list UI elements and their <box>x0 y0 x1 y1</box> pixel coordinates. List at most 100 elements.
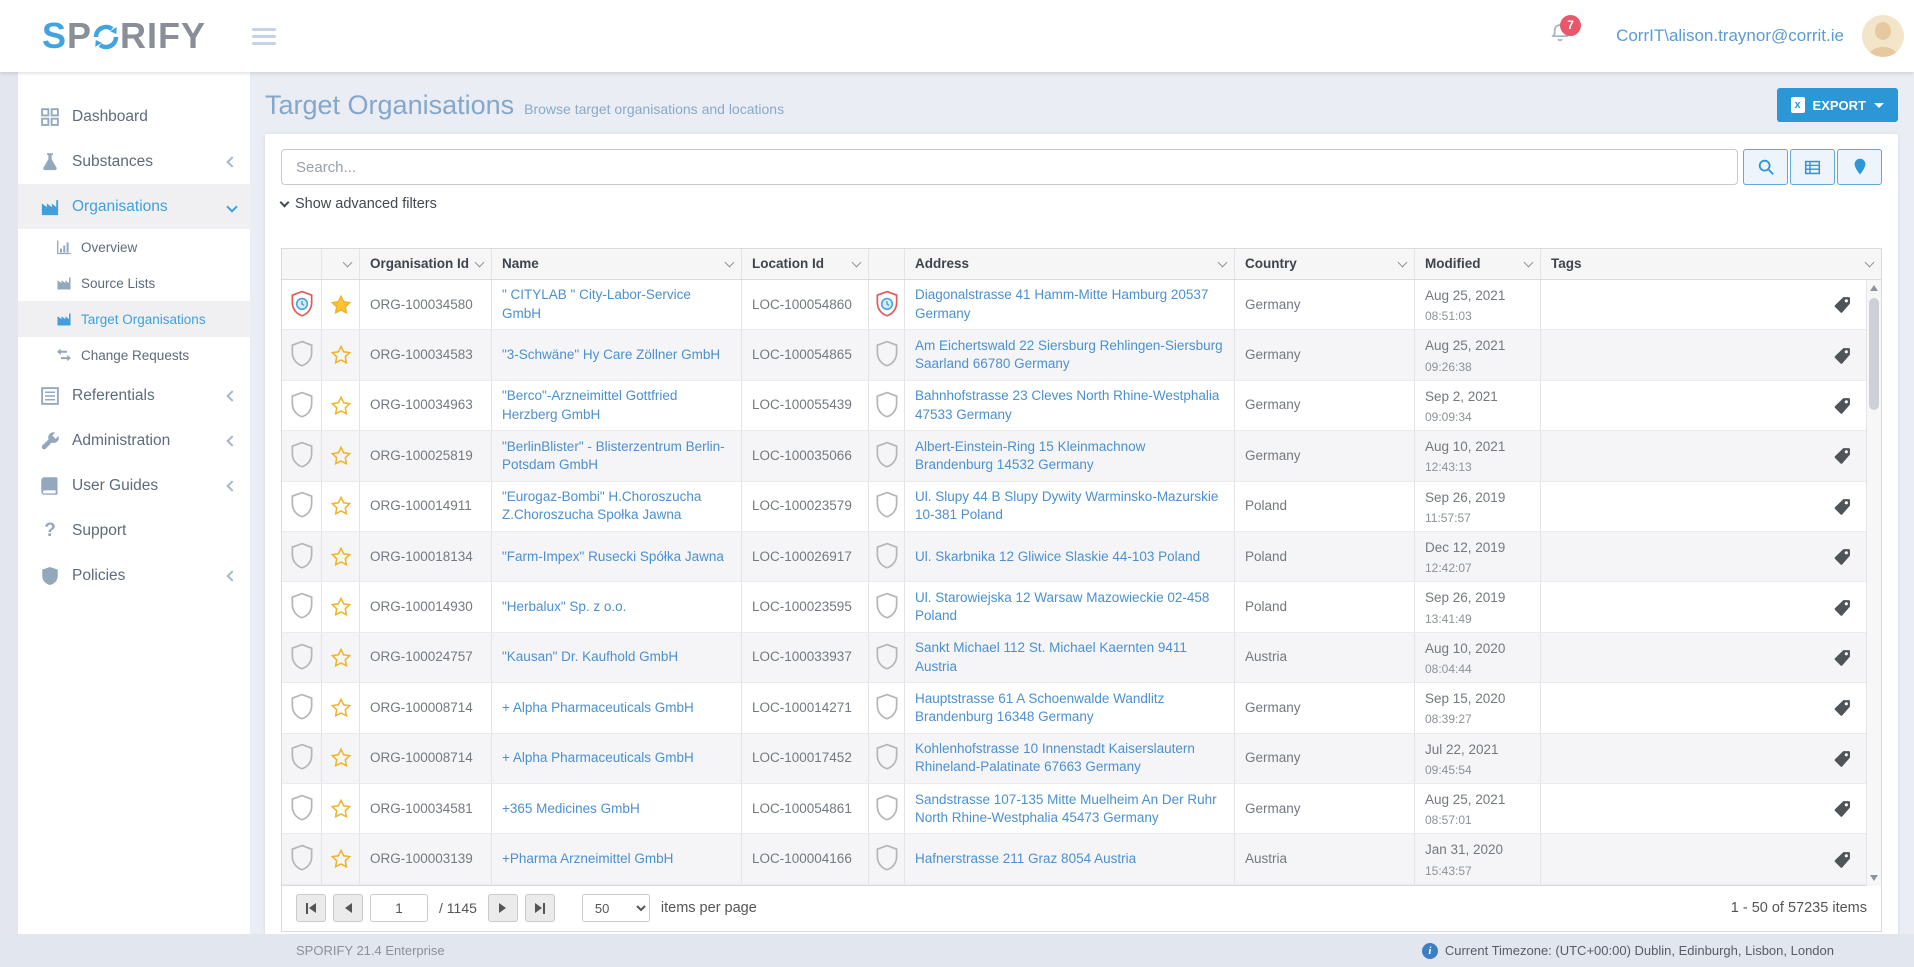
sidebar-item-organisations[interactable]: Organisations <box>18 184 250 229</box>
address-link[interactable]: Ul. Starowiejska 12 Warsaw Mazowieckie 0… <box>915 589 1224 625</box>
favourite-cell <box>322 431 360 480</box>
column-header-modified[interactable]: Modified <box>1415 249 1541 279</box>
page-number-input[interactable] <box>370 894 428 922</box>
address-link[interactable]: Hauptstrasse 61 A Schoenwalde Wandlitz B… <box>915 690 1224 726</box>
scroll-down-arrow-icon[interactable] <box>1870 875 1878 881</box>
search-button[interactable] <box>1743 149 1788 185</box>
organisation-name-link[interactable]: "Kausan" Dr. Kaufhold GmbH <box>502 648 678 666</box>
location-id-cell: LOC-100026917 <box>742 532 869 581</box>
tag-icon[interactable] <box>1834 851 1851 868</box>
sidebar-item-administration[interactable]: Administration <box>18 418 250 463</box>
column-menu-chevron-icon[interactable] <box>1524 257 1534 267</box>
tag-icon[interactable] <box>1834 498 1851 515</box>
column-menu-chevron-icon[interactable] <box>1218 257 1228 267</box>
column-menu-chevron-icon[interactable] <box>475 257 485 267</box>
organisation-name-link[interactable]: "3-Schwäne" Hy Care Zöllner GmbH <box>502 346 720 364</box>
address-link[interactable]: Ul. Skarbnika 12 Gliwice Slaskie 44-103 … <box>915 548 1200 566</box>
sidebar-item-source-lists[interactable]: Source Lists <box>18 265 250 301</box>
scroll-up-arrow-icon[interactable] <box>1870 285 1878 291</box>
tag-icon[interactable] <box>1834 548 1851 565</box>
organisation-name-link[interactable]: "Berco"-Arzneimittel Gottfried Herzberg … <box>502 387 731 423</box>
sidebar-item-referentials[interactable]: Referentials <box>18 373 250 418</box>
column-menu-chevron-icon[interactable] <box>725 257 735 267</box>
address-link[interactable]: Bahnhofstrasse 23 Cleves North Rhine-Wes… <box>915 387 1224 423</box>
organisation-name-link[interactable]: "Eurogaz-Bombi" H.Choroszucha Z.Choroszu… <box>502 488 731 524</box>
column-menu-chevron-icon[interactable] <box>343 257 353 267</box>
address-link[interactable]: Hafnerstrasse 211 Graz 8054 Austria <box>915 850 1136 868</box>
user-account-menu[interactable]: CorrIT\alison.traynor@corrit.ie <box>1616 26 1844 46</box>
tag-icon[interactable] <box>1834 447 1851 464</box>
country-cell: Austria <box>1235 633 1415 682</box>
first-page-button[interactable] <box>296 894 326 922</box>
star-outline-icon[interactable] <box>330 747 352 769</box>
search-input[interactable] <box>281 149 1738 185</box>
organisation-name-link[interactable]: +Pharma Arzneimittel GmbH <box>502 850 673 868</box>
organisation-name-link[interactable]: "Farm-Impex" Rusecki Spółka Jawna <box>502 548 724 566</box>
column-header-col-1[interactable] <box>322 249 360 279</box>
tag-icon[interactable] <box>1834 347 1851 364</box>
tag-icon[interactable] <box>1834 397 1851 414</box>
table-view-button[interactable] <box>1790 149 1835 185</box>
star-outline-icon[interactable] <box>330 647 352 669</box>
show-advanced-filters-toggle[interactable]: Show advanced filters <box>281 196 437 212</box>
star-outline-icon[interactable] <box>330 798 352 820</box>
address-link[interactable]: Albert-Einstein-Ring 15 Kleinmachnow Bra… <box>915 438 1224 474</box>
address-link[interactable]: Am Eichertswald 22 Siersburg Rehlingen-S… <box>915 337 1224 373</box>
tag-icon[interactable] <box>1834 699 1851 716</box>
star-outline-icon[interactable] <box>330 445 352 467</box>
sidebar-item-change-requests[interactable]: Change Requests <box>18 337 250 373</box>
app-logo[interactable]: SP RIFY <box>42 15 206 57</box>
column-header-name[interactable]: Name <box>492 249 742 279</box>
map-view-button[interactable] <box>1837 149 1882 185</box>
sidebar-item-target-organisations[interactable]: Target Organisations <box>18 301 250 337</box>
previous-page-button[interactable] <box>333 894 363 922</box>
sidebar-item-user-guides[interactable]: User Guides <box>18 463 250 508</box>
star-outline-icon[interactable] <box>330 344 352 366</box>
organisation-name-link[interactable]: + Alpha Pharmaceuticals GmbH <box>502 699 694 717</box>
scrollbar-thumb[interactable] <box>1869 298 1879 410</box>
star-outline-icon[interactable] <box>330 848 352 870</box>
column-header-organisation-id[interactable]: Organisation Id <box>360 249 492 279</box>
tag-icon[interactable] <box>1834 750 1851 767</box>
tag-icon[interactable] <box>1834 296 1851 313</box>
address-link[interactable]: Kohlenhofstrasse 10 Innenstadt Kaisersla… <box>915 740 1224 776</box>
user-avatar[interactable] <box>1862 15 1904 57</box>
organisation-name-link[interactable]: +365 Medicines GmbH <box>502 800 640 818</box>
sidebar-item-overview[interactable]: Overview <box>18 229 250 265</box>
star-outline-icon[interactable] <box>330 697 352 719</box>
next-page-button[interactable] <box>488 894 518 922</box>
column-header-location-id[interactable]: Location Id <box>742 249 869 279</box>
export-button[interactable]: x EXPORT <box>1777 88 1898 122</box>
star-outline-icon[interactable] <box>330 596 352 618</box>
notifications-bell-icon[interactable]: 7 <box>1548 21 1572 52</box>
address-link[interactable]: Sandstrasse 107-135 Mitte Muelheim An De… <box>915 791 1224 827</box>
star-outline-icon[interactable] <box>330 395 352 417</box>
sidebar-item-substances[interactable]: Substances <box>18 139 250 184</box>
tag-icon[interactable] <box>1834 649 1851 666</box>
star-outline-icon[interactable] <box>330 546 352 568</box>
organisation-name-link[interactable]: "BerlinBlister" - Blisterzentrum Berlin-… <box>502 438 731 474</box>
address-link[interactable]: Sankt Michael 112 St. Michael Kaernten 9… <box>915 639 1224 675</box>
star-outline-icon[interactable] <box>330 495 352 517</box>
organisation-name-link[interactable]: "Herbalux" Sp. z o.o. <box>502 598 626 616</box>
address-link[interactable]: Ul. Slupy 44 B Slupy Dywity Warminsko-Ma… <box>915 488 1224 524</box>
column-header-address[interactable]: Address <box>905 249 1235 279</box>
column-menu-chevron-icon[interactable] <box>852 257 862 267</box>
organisation-name-link[interactable]: " CITYLAB " City-Labor-Service GmbH <box>502 286 731 322</box>
sidebar-item-dashboard[interactable]: Dashboard <box>18 94 250 139</box>
column-header-tags[interactable]: Tags <box>1541 249 1881 279</box>
table-scrollbar[interactable] <box>1866 280 1881 886</box>
last-page-button[interactable] <box>525 894 555 922</box>
tag-icon[interactable] <box>1834 800 1851 817</box>
organisation-name-link[interactable]: + Alpha Pharmaceuticals GmbH <box>502 749 694 767</box>
star-filled-icon[interactable] <box>330 294 352 316</box>
sidebar-item-support[interactable]: ?Support <box>18 508 250 553</box>
items-per-page-select[interactable]: 50 <box>582 894 650 922</box>
column-menu-chevron-icon[interactable] <box>1398 257 1408 267</box>
tag-icon[interactable] <box>1834 599 1851 616</box>
column-menu-chevron-icon[interactable] <box>1865 257 1875 267</box>
hamburger-menu-icon[interactable] <box>252 28 276 45</box>
column-header-country[interactable]: Country <box>1235 249 1415 279</box>
address-link[interactable]: Diagonalstrasse 41 Hamm-Mitte Hamburg 20… <box>915 286 1224 322</box>
sidebar-item-policies[interactable]: Policies <box>18 553 250 598</box>
